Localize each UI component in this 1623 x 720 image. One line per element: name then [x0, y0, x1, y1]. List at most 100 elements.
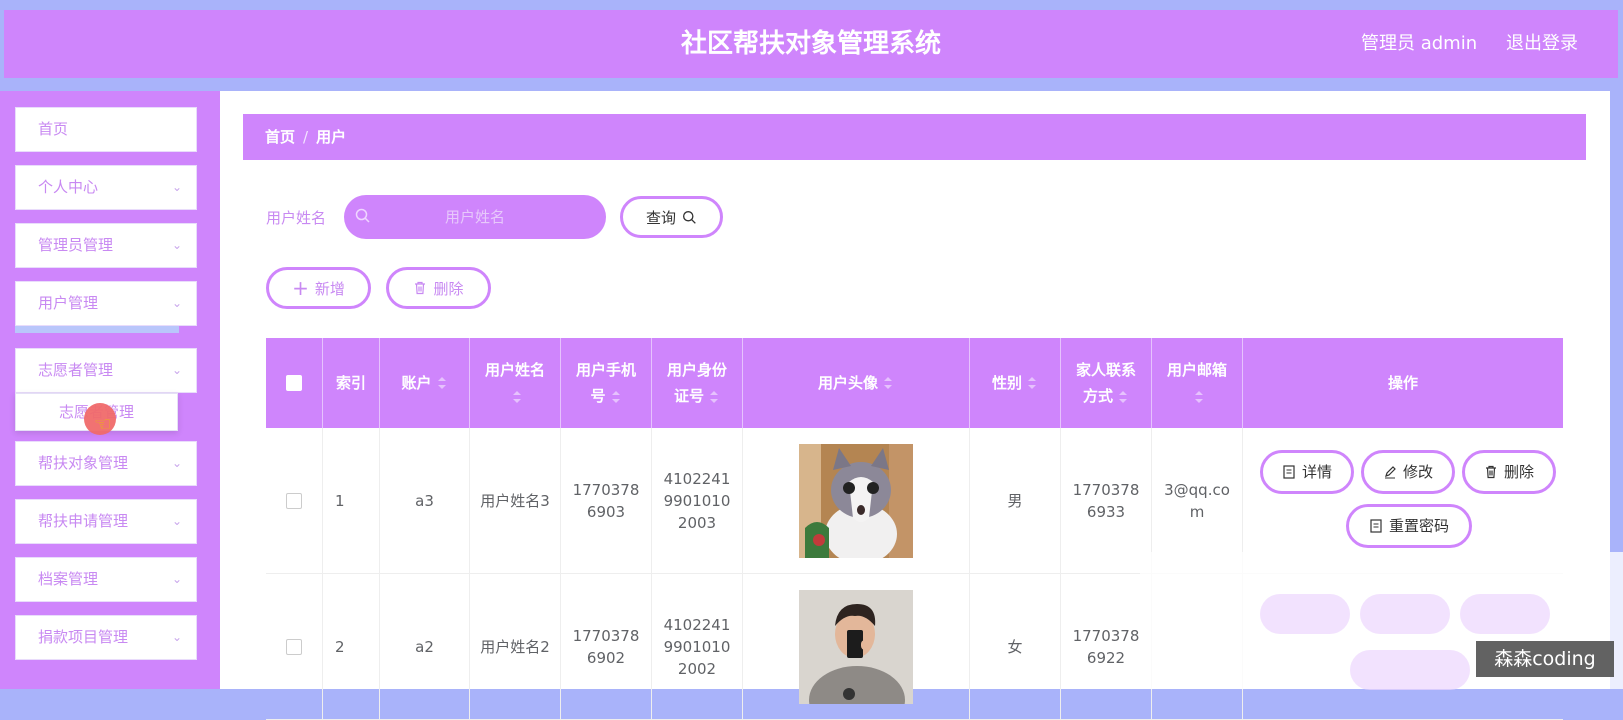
reset-password-button[interactable]: 重置密码	[1346, 504, 1472, 548]
sidebar-item-admin-management[interactable]: 管理员管理 ⌄	[15, 223, 197, 268]
sidebar-item-label: 管理员管理	[38, 236, 114, 254]
ghost-button	[1360, 594, 1450, 634]
breadcrumb: 首页 / 用户	[243, 114, 1586, 160]
avatar[interactable]	[799, 590, 913, 704]
sort-icon[interactable]	[708, 389, 720, 405]
edit-icon	[1384, 466, 1396, 479]
search-icon	[355, 208, 370, 223]
document-icon	[1283, 465, 1295, 479]
table-header: 索引 账户 用户姓名 用户手机号 用户身份证号 用户头像 性别 家人联系方式 用…	[266, 338, 1563, 428]
sort-icon[interactable]	[511, 389, 523, 405]
sidebar-item-home[interactable]: 首页	[15, 107, 197, 152]
sidebar-item-aid-application-management[interactable]: 帮扶申请管理 ⌄	[15, 499, 197, 544]
family-phone-cell: 17703786922	[1061, 574, 1152, 720]
column-header-phone[interactable]: 用户手机号	[561, 338, 652, 428]
account-cell: a3	[380, 428, 470, 574]
ghost-button	[1350, 650, 1470, 690]
sort-icon[interactable]	[436, 375, 448, 391]
row-checkbox[interactable]	[286, 639, 302, 655]
sort-icon[interactable]	[1193, 389, 1205, 405]
sidebar-item-aid-target-management[interactable]: 帮扶对象管理 ⌄	[15, 441, 197, 486]
chevron-down-icon: ⌄	[171, 238, 182, 252]
query-button[interactable]: 查询	[620, 196, 723, 238]
name-cell: 用户姓名3	[470, 428, 561, 574]
sort-icon[interactable]	[882, 375, 894, 391]
select-all-checkbox[interactable]	[286, 375, 302, 391]
column-label: 用户手机号	[575, 361, 636, 405]
chevron-down-icon: ⌄	[171, 514, 182, 528]
row-checkbox[interactable]	[286, 493, 302, 509]
sidebar-item-personal-center[interactable]: 个人中心 ⌄	[15, 165, 197, 210]
ghost-button	[1260, 594, 1350, 634]
batch-delete-button[interactable]: 删除	[386, 267, 491, 309]
search-input[interactable]	[344, 195, 606, 239]
add-button[interactable]: + 新增	[266, 267, 371, 309]
add-button-label: 新增	[314, 279, 345, 298]
document-icon	[1370, 519, 1382, 533]
row-select-cell	[266, 428, 323, 574]
sort-icon[interactable]	[1026, 375, 1038, 391]
column-label: 用户姓名	[484, 361, 545, 379]
sidebar-item-label: 志愿者管理	[38, 361, 114, 379]
sidebar-item-label: 帮扶申请管理	[38, 512, 129, 530]
chevron-down-icon: ⌄	[171, 572, 182, 586]
edit-button[interactable]: 修改	[1361, 450, 1455, 494]
column-header-family-phone[interactable]: 家人联系方式	[1061, 338, 1152, 428]
phone-cell: 17703786903	[561, 428, 652, 574]
chevron-down-icon: ⌄	[171, 456, 182, 470]
sidebar-item-label: 帮扶对象管理	[38, 454, 129, 472]
column-label: 用户头像	[817, 374, 878, 392]
row-select-cell	[266, 574, 323, 720]
top-header: 社区帮扶对象管理系统 管理员 admin 退出登录	[4, 10, 1618, 78]
sidebar-item-label: 捐款项目管理	[38, 628, 129, 646]
sidebar-item-label: 首页	[38, 120, 69, 138]
trash-icon	[415, 281, 426, 295]
sidebar-item-user-management[interactable]: 用户管理 ⌄	[15, 281, 197, 326]
index-cell: 2	[323, 574, 380, 720]
id-card-cell: 410224199010102003	[652, 428, 743, 574]
active-menu-indicator	[15, 326, 179, 333]
sort-icon[interactable]	[610, 389, 622, 405]
plus-icon: +	[292, 276, 309, 300]
sidebar-item-label: 个人中心	[38, 178, 99, 196]
name-cell: 用户姓名2	[470, 574, 561, 720]
sidebar-item-donation-project-management[interactable]: 捐款项目管理 ⌄	[15, 615, 197, 660]
chevron-down-icon: ⌄	[171, 180, 182, 194]
sidebar-item-label: 档案管理	[38, 570, 99, 588]
avatar[interactable]	[799, 444, 913, 558]
gender-cell: 男	[970, 428, 1061, 574]
search-label: 用户姓名	[266, 209, 327, 227]
delete-button-label: 删除	[433, 279, 464, 298]
chevron-down-icon: ⌄	[171, 296, 182, 310]
column-header-id-card[interactable]: 用户身份证号	[652, 338, 743, 428]
column-header-name[interactable]: 用户姓名	[470, 338, 561, 428]
detail-button[interactable]: 详情	[1260, 450, 1354, 494]
sort-icon[interactable]	[1117, 389, 1129, 405]
reset-password-label: 重置密码	[1388, 517, 1449, 535]
delete-button-label: 删除	[1503, 463, 1534, 481]
family-phone-cell: 17703786933	[1061, 428, 1152, 574]
breadcrumb-separator: /	[303, 128, 309, 146]
sidebar-item-archive-management[interactable]: 档案管理 ⌄	[15, 557, 197, 602]
column-header-gender[interactable]: 性别	[970, 338, 1061, 428]
column-label: 索引	[335, 374, 366, 392]
column-header-account[interactable]: 账户	[380, 338, 470, 428]
trash-icon	[1485, 465, 1496, 479]
index-cell: 1	[323, 428, 380, 574]
chevron-down-icon: ⌄	[171, 363, 182, 377]
sidebar-item-volunteer-management[interactable]: 志愿者管理 ⌄	[15, 348, 197, 393]
breadcrumb-home[interactable]: 首页	[265, 128, 295, 146]
column-header-avatar[interactable]: 用户头像	[743, 338, 970, 428]
logout-link[interactable]: 退出登录	[1506, 10, 1578, 78]
column-header-email[interactable]: 用户邮箱	[1152, 338, 1243, 428]
watermark: 森森coding	[1476, 641, 1614, 677]
avatar-cell	[743, 428, 970, 574]
column-header-index: 索引	[323, 338, 380, 428]
ghost-button	[1460, 594, 1550, 634]
delete-button[interactable]: 删除	[1462, 450, 1556, 494]
admin-label: 管理员 admin	[1361, 33, 1478, 54]
column-label: 账户	[401, 374, 432, 392]
hand-cursor-icon: ☜	[94, 412, 112, 436]
phone-cell: 17703786902	[561, 574, 652, 720]
column-label: 用户邮箱	[1166, 361, 1227, 379]
